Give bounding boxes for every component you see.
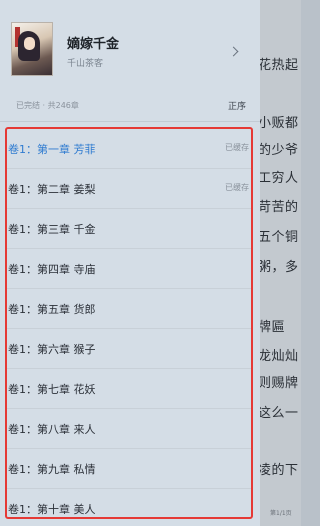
chapter-title: 卷1：第一章 芳菲 xyxy=(8,143,96,156)
chapter-item[interactable]: 卷1：第十章 美人 xyxy=(7,489,251,517)
table-of-contents-drawer: 嫡嫁千金 千山茶客 已完结 · 共246章 正序 卷1：第一章 芳菲 已缓存 卷… xyxy=(0,0,260,526)
reader-text-line: 凌的下 xyxy=(258,463,299,478)
chapter-title: 卷1：第六章 猴子 xyxy=(8,343,96,356)
reader-text-line: 苛苦的 xyxy=(258,200,299,215)
chapter-title: 卷1：第八章 来人 xyxy=(8,423,96,436)
book-cover-image[interactable] xyxy=(11,22,53,76)
chapter-title: 卷1：第三章 千金 xyxy=(8,223,96,236)
cached-badge: 已缓存 xyxy=(225,143,249,152)
chapter-item[interactable]: 卷1：第四章 寺庙 xyxy=(7,249,251,289)
chapter-item[interactable]: 卷1：第八章 来人 xyxy=(7,409,251,449)
reader-text-line: 的少爷 xyxy=(258,143,299,158)
divider xyxy=(0,121,260,122)
chapter-list[interactable]: 卷1：第一章 芳菲 已缓存 卷1：第二章 姜梨 已缓存 卷1：第三章 千金 卷1… xyxy=(5,127,253,519)
chapter-item[interactable]: 卷1：第九章 私情 xyxy=(7,449,251,489)
chapter-item[interactable]: 卷1：第一章 芳菲 已缓存 xyxy=(7,129,251,169)
page-indicator: 第1/1页 xyxy=(270,510,292,517)
book-author: 千山茶客 xyxy=(67,59,104,69)
reader-text-line: 粥，多 xyxy=(258,260,299,275)
reader-text-line: 这么一 xyxy=(258,406,299,421)
reader-text-line: 牌匾 xyxy=(258,320,286,335)
chapter-item[interactable]: 卷1：第三章 千金 xyxy=(7,209,251,249)
chapter-title: 卷1：第十章 美人 xyxy=(8,503,96,516)
reader-text-line: 龙灿灿 xyxy=(258,349,299,364)
chapter-item[interactable]: 卷1：第五章 货郎 xyxy=(7,289,251,329)
reader-text-line: 小贩都 xyxy=(258,116,299,131)
cached-badge: 已缓存 xyxy=(225,183,249,192)
reader-text-line: 工穷人 xyxy=(258,171,299,186)
chapter-title: 卷1：第七章 花妖 xyxy=(8,383,96,396)
book-title: 嫡嫁千金 xyxy=(67,37,120,52)
book-status: 已完结 · 共246章 xyxy=(16,101,79,110)
reader-text-line: 五个铜 xyxy=(258,230,299,245)
book-header[interactable]: 嫡嫁千金 千山茶客 已完结 · 共246章 正序 xyxy=(0,0,260,120)
chapter-item[interactable]: 卷1：第二章 姜梨 已缓存 xyxy=(7,169,251,209)
chapter-title: 卷1：第九章 私情 xyxy=(8,463,96,476)
reader-text-line: 则赐牌 xyxy=(258,376,299,391)
chapter-title: 卷1：第五章 货郎 xyxy=(8,303,96,316)
chapter-item[interactable]: 卷1：第六章 猴子 xyxy=(7,329,251,369)
chapter-title: 卷1：第二章 姜梨 xyxy=(8,183,96,196)
chapter-title: 卷1：第四章 寺庙 xyxy=(8,263,96,276)
chapter-item[interactable]: 卷1：第七章 花妖 xyxy=(7,369,251,409)
sort-order-button[interactable]: 正序 xyxy=(228,99,246,112)
reader-text-line: 花热起 xyxy=(258,58,299,73)
chevron-right-icon[interactable] xyxy=(228,46,239,57)
